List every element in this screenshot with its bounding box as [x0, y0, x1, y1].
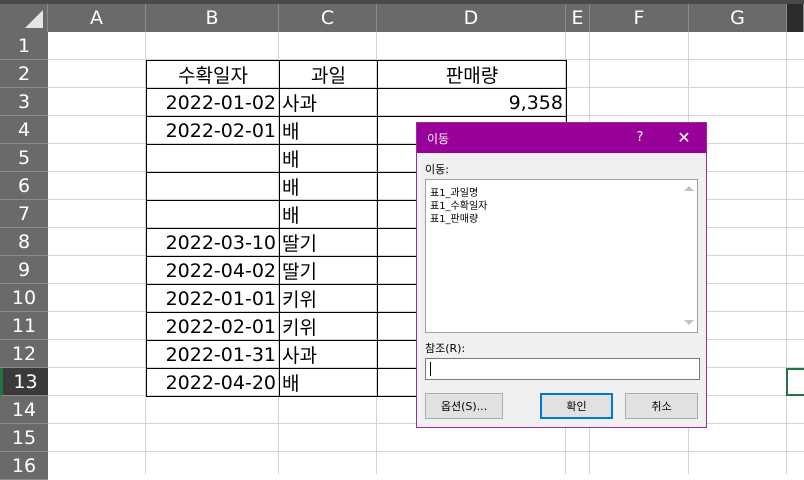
- table-header-qty[interactable]: 판매량: [377, 60, 567, 89]
- special-button[interactable]: 옵션(S)...: [425, 393, 503, 419]
- row-header-4[interactable]: 4: [0, 116, 48, 144]
- row-header-10[interactable]: 10: [0, 284, 48, 312]
- column-header-h[interactable]: [787, 4, 804, 32]
- table-cell-date[interactable]: 2022-02-01: [146, 312, 280, 341]
- row-header-15[interactable]: 15: [0, 424, 48, 452]
- close-icon[interactable]: ✕: [673, 127, 695, 149]
- row-header-13[interactable]: 13: [0, 368, 48, 396]
- table-cell-fruit[interactable]: 사과: [279, 88, 378, 117]
- goto-list[interactable]: 표1_과일명 표1_수확일자 표1_판매량: [425, 179, 698, 333]
- column-header-d[interactable]: D: [377, 4, 566, 32]
- table-cell-date[interactable]: [146, 200, 280, 229]
- table-cell-fruit[interactable]: 키위: [279, 312, 378, 341]
- table-cell-fruit[interactable]: 배: [279, 200, 378, 229]
- column-header-c[interactable]: C: [279, 4, 377, 32]
- help-icon[interactable]: ?: [629, 127, 651, 149]
- reference-label: 참조(R):: [425, 342, 466, 355]
- table-header-date[interactable]: 수확일자: [146, 60, 280, 89]
- table-cell-date[interactable]: 2022-04-20: [146, 368, 280, 397]
- table-cell-date[interactable]: 2022-04-02: [146, 256, 280, 285]
- table-cell-fruit[interactable]: 딸기: [279, 256, 378, 285]
- table-header-fruit[interactable]: 과일: [279, 60, 378, 89]
- table-cell-fruit[interactable]: 딸기: [279, 228, 378, 257]
- table-cell-fruit[interactable]: 배: [279, 116, 378, 145]
- select-all-button[interactable]: [0, 4, 48, 32]
- table-cell-fruit[interactable]: 배: [279, 144, 378, 173]
- row-header-7[interactable]: 7: [0, 200, 48, 228]
- table-cell-date[interactable]: 2022-01-02: [146, 88, 280, 117]
- table-cell-date[interactable]: 2022-01-01: [146, 284, 280, 313]
- goto-label: 이동:: [425, 163, 449, 176]
- table-cell-fruit[interactable]: 사과: [279, 340, 378, 369]
- table-cell-date[interactable]: 2022-01-31: [146, 340, 280, 369]
- row-header-2[interactable]: 2: [0, 60, 48, 88]
- row-header-12[interactable]: 12: [0, 340, 48, 368]
- column-header-g[interactable]: G: [689, 4, 787, 32]
- column-header-a[interactable]: A: [48, 4, 146, 32]
- scroll-down-icon[interactable]: [684, 320, 694, 325]
- row-header-9[interactable]: 9: [0, 256, 48, 284]
- dialog-title: 이동: [427, 132, 450, 146]
- selected-cell-h13[interactable]: [786, 368, 804, 396]
- list-scrollbar[interactable]: [681, 180, 697, 332]
- table-cell-fruit[interactable]: 키위: [279, 284, 378, 313]
- ok-button[interactable]: 확인: [540, 393, 613, 419]
- row-header-16[interactable]: 16: [0, 452, 48, 480]
- table-cell-fruit[interactable]: 배: [279, 172, 378, 201]
- column-header-f[interactable]: F: [590, 4, 689, 32]
- scroll-up-icon[interactable]: [684, 186, 694, 191]
- goto-dialog: 이동 ? ✕ 이동: 표1_과일명 표1_수확일자 표1_판매량 참조(R): …: [416, 122, 707, 428]
- dialog-titlebar[interactable]: 이동 ? ✕: [417, 123, 706, 153]
- table-cell-qty[interactable]: 9,358: [377, 88, 567, 117]
- column-header-b[interactable]: B: [146, 4, 279, 32]
- row-header-8[interactable]: 8: [0, 228, 48, 256]
- row-header-1[interactable]: 1: [0, 32, 48, 60]
- text-caret: [430, 362, 431, 376]
- reference-input[interactable]: [425, 358, 700, 380]
- cancel-button[interactable]: 취소: [625, 393, 698, 419]
- table-cell-fruit[interactable]: 배: [279, 368, 378, 397]
- row-header-14[interactable]: 14: [0, 396, 48, 424]
- table-cell-date[interactable]: [146, 144, 280, 173]
- row-header-5[interactable]: 5: [0, 144, 48, 172]
- table-cell-date[interactable]: [146, 172, 280, 201]
- column-header-e[interactable]: E: [566, 4, 590, 32]
- row-header-6[interactable]: 6: [0, 172, 48, 200]
- table-cell-date[interactable]: 2022-02-01: [146, 116, 280, 145]
- row-header-11[interactable]: 11: [0, 312, 48, 340]
- list-item[interactable]: 표1_판매량: [430, 210, 478, 225]
- row-header-3[interactable]: 3: [0, 88, 48, 116]
- select-all-icon: [25, 10, 43, 28]
- table-cell-date[interactable]: 2022-03-10: [146, 228, 280, 257]
